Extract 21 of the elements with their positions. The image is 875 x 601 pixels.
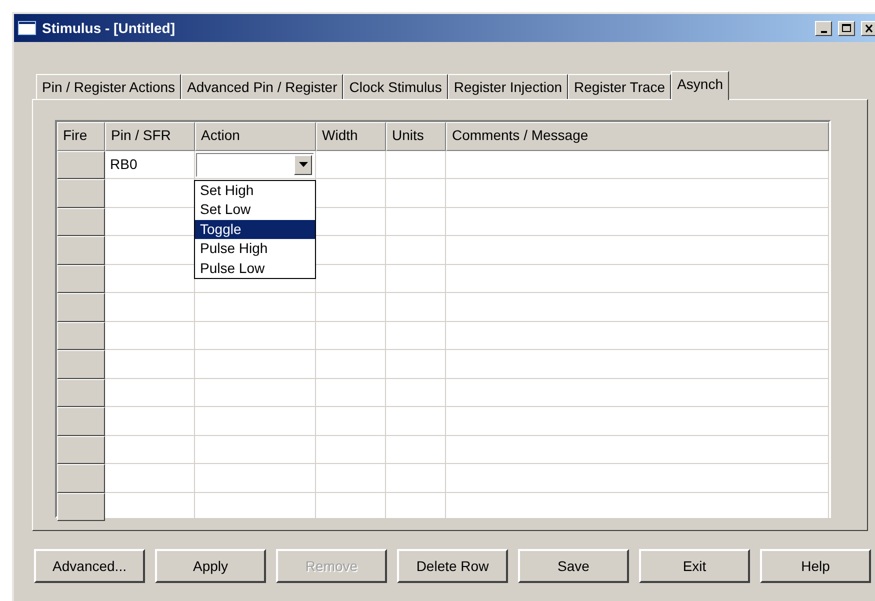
column-header[interactable]: Units bbox=[386, 122, 446, 150]
dialog-button[interactable]: Save bbox=[518, 549, 629, 583]
tab[interactable]: Pin / Register Actions bbox=[36, 74, 182, 99]
column-header[interactable]: Fire bbox=[57, 122, 105, 150]
tab[interactable]: Clock Stimulus bbox=[343, 74, 448, 99]
dialog-button[interactable]: Exit bbox=[639, 549, 750, 583]
column-header[interactable]: Comments / Message bbox=[446, 122, 829, 150]
dialog-button[interactable]: Apply bbox=[155, 549, 266, 583]
tab[interactable]: Register Trace bbox=[568, 74, 672, 99]
column-header[interactable]: Width bbox=[316, 122, 386, 150]
dialog-button[interactable]: Delete Row bbox=[397, 549, 508, 583]
column-header[interactable]: Pin / SFR bbox=[105, 122, 195, 150]
dialog-button[interactable]: Help bbox=[760, 549, 871, 583]
table-cell: RB0 bbox=[105, 150, 195, 179]
dialog-button[interactable]: Advanced... bbox=[34, 549, 145, 583]
column-header[interactable]: Action bbox=[195, 122, 316, 150]
tab[interactable]: Advanced Pin / Register bbox=[181, 74, 344, 99]
tab[interactable]: Asynch bbox=[671, 71, 729, 100]
window-title: Stimulus - [Untitled] bbox=[42, 20, 176, 36]
tab[interactable]: Register Injection bbox=[448, 74, 568, 99]
dropdown-option[interactable]: Toggle bbox=[195, 220, 315, 240]
